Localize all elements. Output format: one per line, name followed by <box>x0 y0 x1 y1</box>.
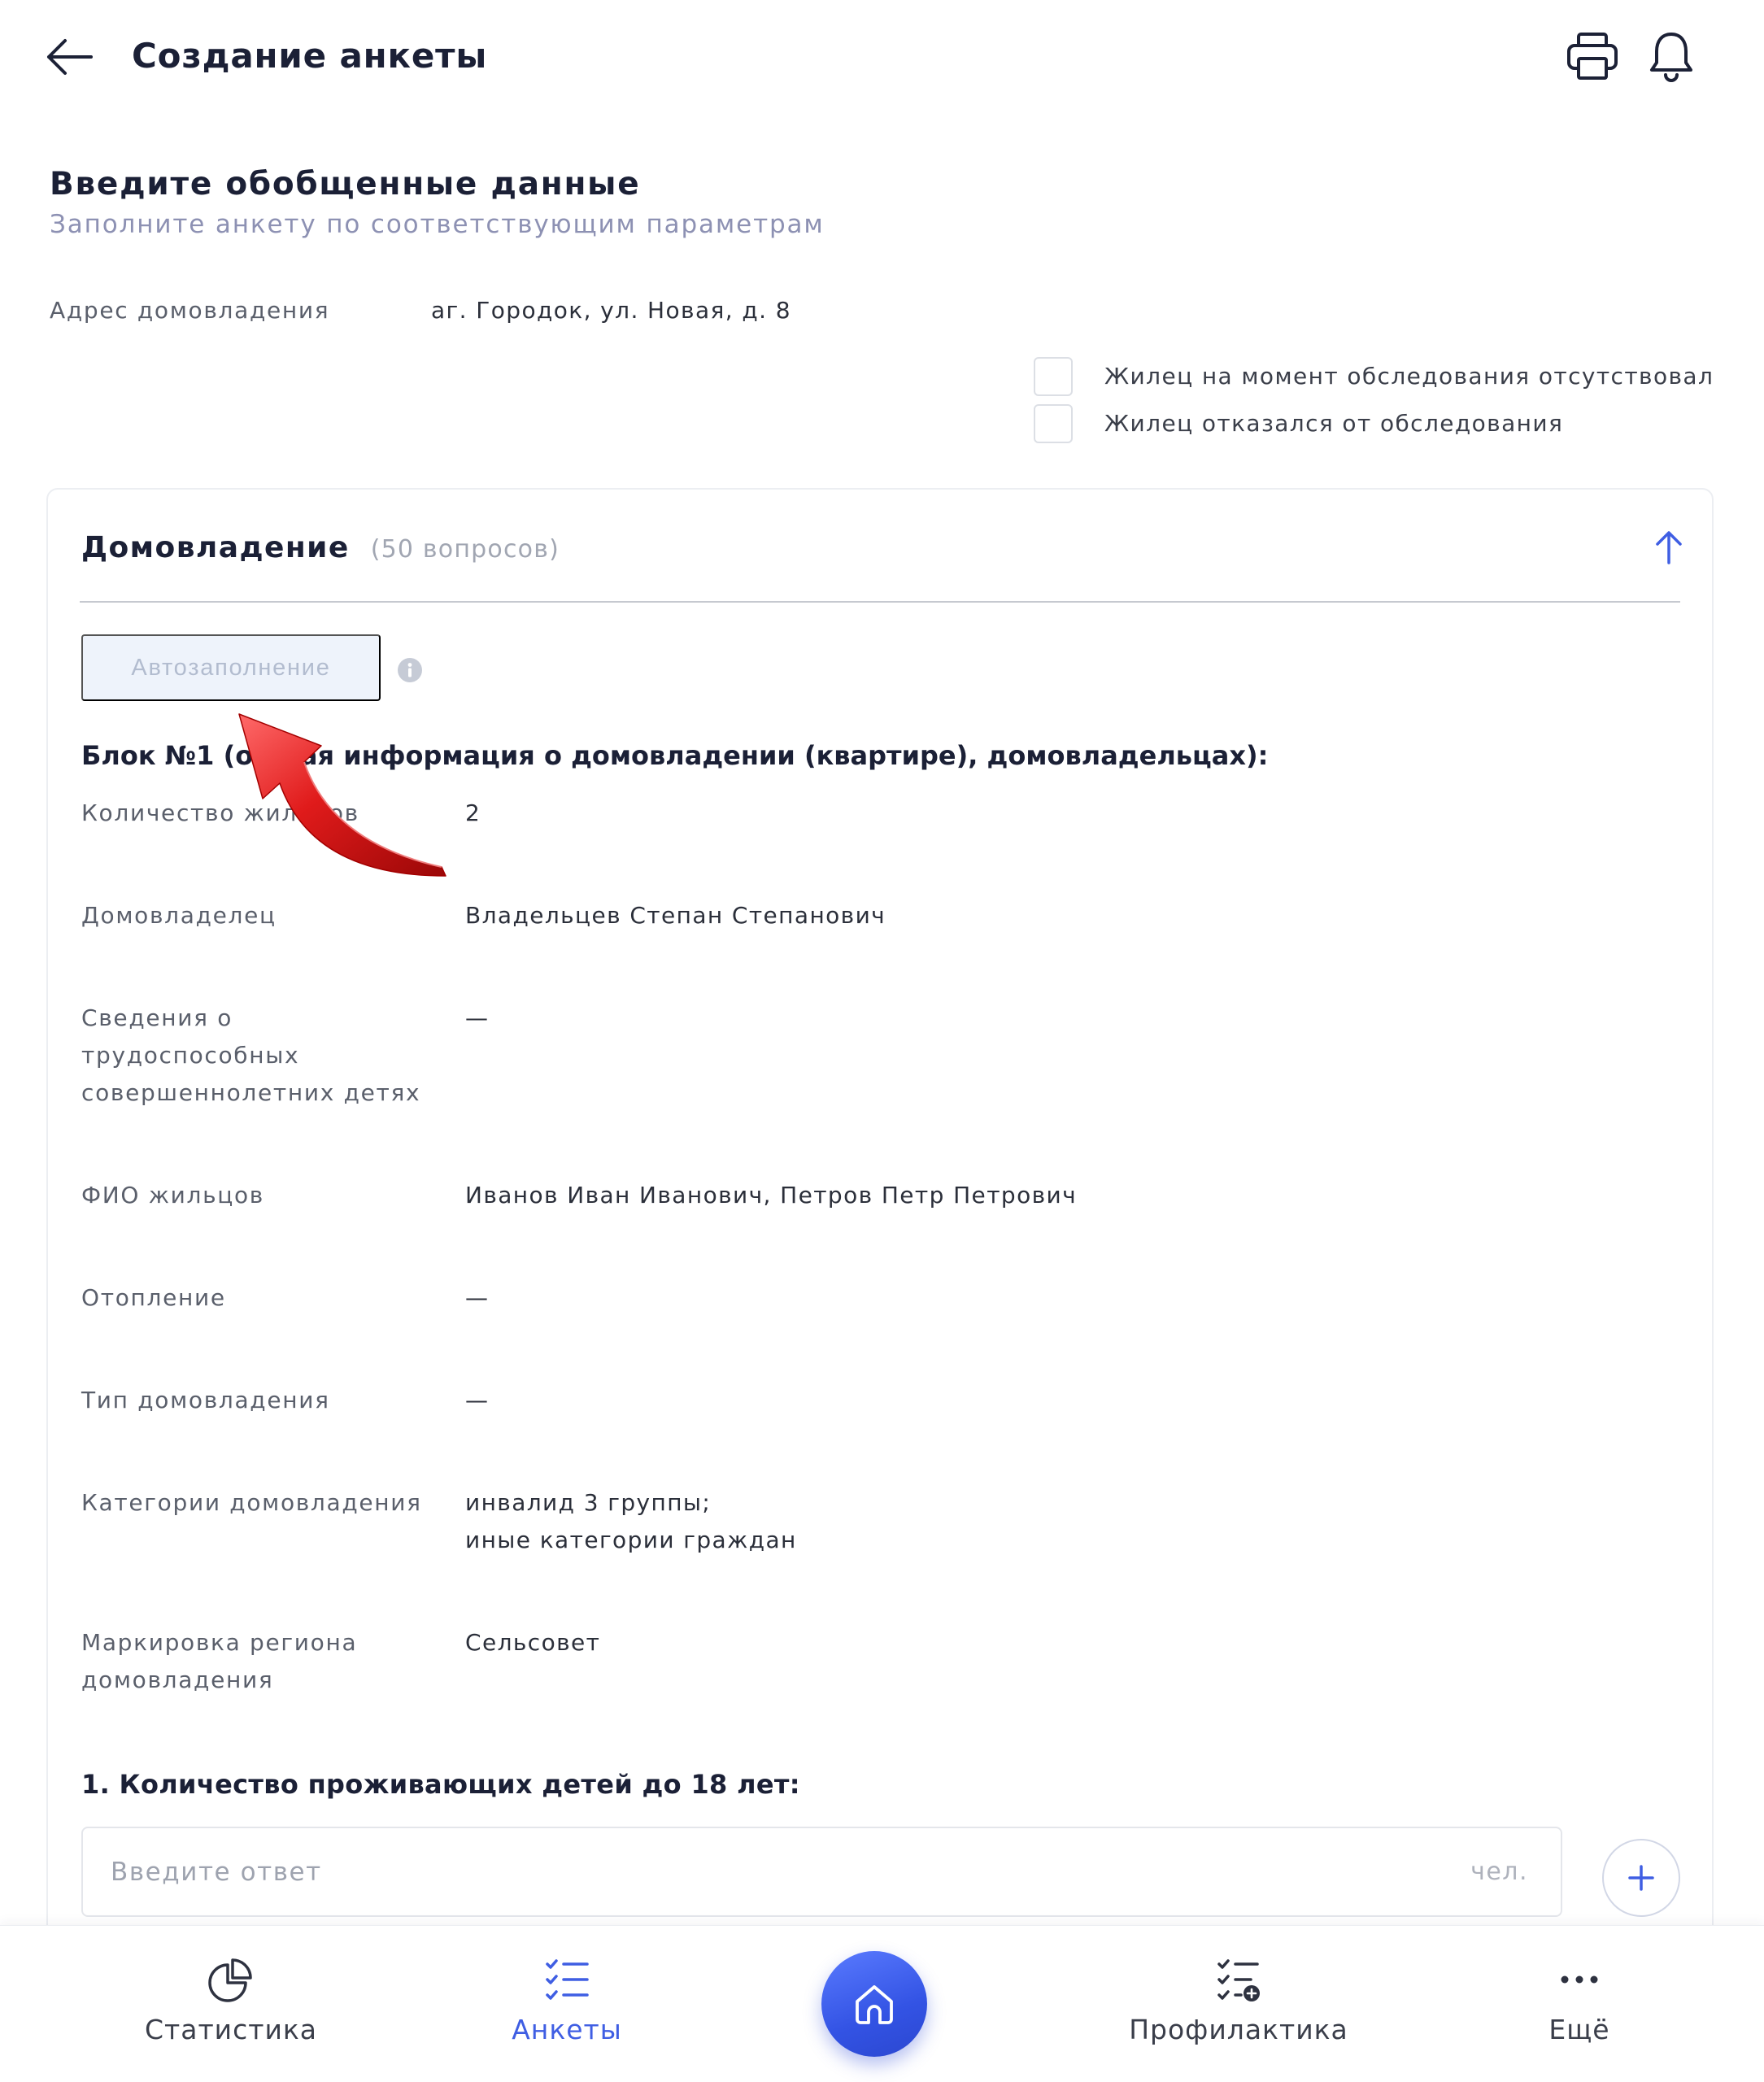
bell-icon <box>1650 33 1692 82</box>
address-label: Адрес домовладения <box>50 297 330 324</box>
autofill-info-button[interactable] <box>397 657 423 683</box>
info-label: Количество жильцов <box>81 799 359 826</box>
nav-item-statistics[interactable]: Статистика <box>101 1926 361 2082</box>
collapse-section-button[interactable] <box>1652 529 1686 566</box>
checkbox-resident-absent-box[interactable] <box>1034 357 1073 396</box>
checklist-icon <box>546 1959 589 2000</box>
info-value: Владельцев Степан Степанович <box>465 902 886 929</box>
household-section-header[interactable]: Домовладение (50 вопросов) <box>81 527 560 571</box>
info-value: — <box>465 1284 490 1311</box>
print-button[interactable] <box>1566 31 1619 81</box>
nav-item-prevention[interactable]: Профилактика <box>1108 1926 1369 2082</box>
pie-chart-icon <box>208 1958 252 2002</box>
home-icon <box>856 1985 893 2024</box>
info-value: — <box>465 1004 490 1031</box>
info-icon <box>398 658 422 682</box>
info-label: Отопление <box>81 1284 226 1311</box>
nav-item-questionnaires[interactable]: Анкеты <box>437 1926 697 2082</box>
info-label: ФИО жильцов <box>81 1182 264 1209</box>
checkbox-resident-absent-label[interactable]: Жилец на момент обследования отсутствова… <box>1104 362 1714 391</box>
block-title: Блок №1 (общая информация о домовладении… <box>81 740 1269 771</box>
checkbox-resident-refused-label[interactable]: Жилец отказался от обследования <box>1104 409 1563 438</box>
section-subheading: Заполните анкету по соответствующим пара… <box>50 210 825 239</box>
back-arrow-icon <box>47 39 93 75</box>
info-row-household-type: Тип домовладения — <box>81 1382 1675 1419</box>
checkbox-resident-absent[interactable]: Жилец на момент обследования отсутствова… <box>1034 357 1714 396</box>
household-section-title: Домовладение <box>81 531 350 564</box>
home-button[interactable] <box>821 1951 927 2057</box>
info-row-household-categories: Категории домовладения инвалид 3 группы;… <box>81 1484 1675 1559</box>
plus-icon <box>1628 1865 1654 1891</box>
arrow-up-icon <box>1656 531 1682 564</box>
info-value: инвалид 3 группы; иные категории граждан <box>465 1489 797 1553</box>
notifications-button[interactable] <box>1648 29 1695 83</box>
info-value: Иванов Иван Иванович, Петров Петр Петров… <box>465 1182 1078 1209</box>
nav-label: Профилактика <box>1129 2014 1348 2045</box>
question-title: 1. Количество проживающих детей до 18 ле… <box>81 1769 800 1800</box>
info-row-residents-names: ФИО жильцов Иванов Иван Иванович, Петров… <box>81 1177 1675 1214</box>
nav-item-more[interactable]: Ещё <box>1449 1926 1710 2082</box>
info-label: Категории домовладения <box>81 1489 422 1516</box>
info-row-owner: Домовладелец Владельцев Степан Степанови… <box>81 897 1675 934</box>
info-row-residents-count: Количество жильцов 2 <box>81 795 1675 832</box>
nav-label: Ещё <box>1548 2014 1610 2045</box>
more-dots-icon <box>1561 1975 1598 1984</box>
autofill-button[interactable]: Автозаполнение <box>81 634 381 701</box>
add-answer-button[interactable] <box>1602 1839 1680 1917</box>
checkbox-resident-refused-box[interactable] <box>1034 404 1073 443</box>
checklist-add-icon <box>1217 1959 1260 2001</box>
printer-icon <box>1567 33 1618 80</box>
back-button[interactable] <box>44 36 94 78</box>
info-label: Тип домовладения <box>81 1387 330 1413</box>
info-value: 2 <box>465 799 481 826</box>
section-heading: Введите обобщенные данные <box>50 166 641 203</box>
checkbox-resident-refused[interactable]: Жилец отказался от обследования <box>1034 404 1563 443</box>
page-title: Создание анкеты <box>132 36 488 76</box>
nav-label: Статистика <box>144 2014 318 2045</box>
info-value: Сельсовет <box>465 1629 601 1656</box>
question-count: (50 вопросов) <box>370 535 560 564</box>
bottom-navigation: Статистика Анкеты Профилактика Ещё <box>0 1925 1764 2082</box>
info-row-region-marking: Маркировка региона домовладения Сельсове… <box>81 1624 1675 1699</box>
household-section-card: Домовладение (50 вопросов) Автозаполнени… <box>46 488 1714 1968</box>
info-row-adult-children: Сведения о трудоспособных совершеннолетн… <box>81 1000 1675 1112</box>
info-value: — <box>465 1387 490 1413</box>
section-divider <box>80 601 1680 603</box>
household-info-list: Количество жильцов 2 Домовладелец Владел… <box>81 795 1675 1764</box>
answer-input[interactable] <box>83 1828 1561 1915</box>
info-label: Домовладелец <box>81 902 277 929</box>
info-label: Маркировка региона домовладения <box>81 1629 358 1693</box>
address-value: аг. Городок, ул. Новая, д. 8 <box>431 297 791 324</box>
nav-label: Анкеты <box>512 2014 622 2045</box>
answer-field[interactable]: чел. <box>81 1827 1562 1917</box>
answer-unit: чел. <box>1470 1858 1528 1886</box>
info-row-heating: Отопление — <box>81 1279 1675 1317</box>
info-label: Сведения о трудоспособных совершеннолетн… <box>81 1004 421 1106</box>
